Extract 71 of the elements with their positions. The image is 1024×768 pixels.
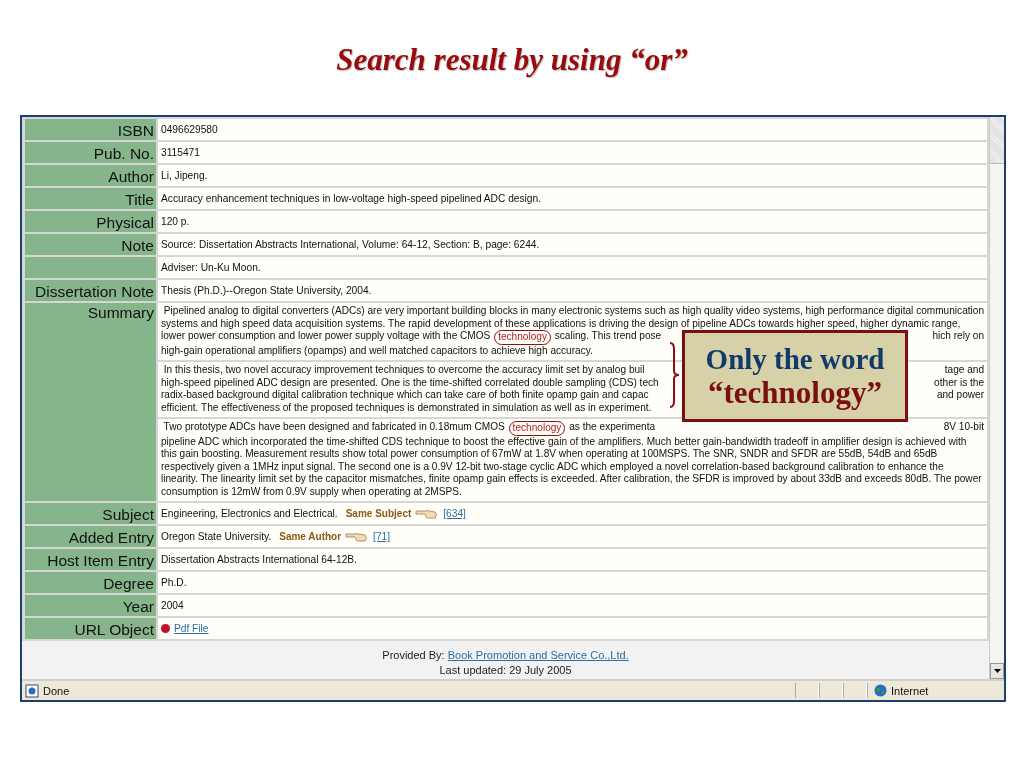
file-link[interactable]: Pdf File: [174, 623, 209, 634]
slide-title: Search result by using “or”: [336, 42, 688, 79]
field-label: Subject: [25, 503, 156, 524]
curly-brace: [669, 342, 680, 408]
field-value: Thesis (Ph.D.)--Oregon State University, 2004.: [161, 285, 372, 296]
field-value: Adviser: Un-Ku Moon.: [161, 262, 261, 273]
count-link[interactable]: [634]: [443, 508, 466, 519]
summary-text: and power: [936, 389, 985, 402]
summary-text: this gain boosting. Measurement results show total power consumption of 67mW at 1.8V when operating at 100MSPS. The SNR, SNDR and SFDR are 55dB, 54dB and 65dB: [161, 448, 938, 461]
footer-text: Provided By:: [382, 649, 445, 661]
callout-text: Only the word: [705, 343, 885, 376]
field-label: Added Entry: [25, 526, 156, 547]
field-value: Ph.D.: [161, 577, 187, 588]
zone-text: Internet: [891, 684, 929, 697]
field-value: 0496629580: [161, 124, 218, 135]
field-label: ISBN: [25, 119, 156, 140]
related-caption: Same Author: [279, 531, 342, 542]
summary-text: high-speed pipelined ADC design are presented. One is the time-shifted correlated double sampling (CDS) tech: [161, 376, 659, 389]
summary-text: as the experimenta: [568, 421, 656, 434]
related-caption: Same Subject: [345, 508, 412, 519]
field-label: Title: [25, 188, 156, 209]
scrollbar[interactable]: [989, 117, 1004, 679]
count-link[interactable]: [71]: [373, 531, 391, 542]
provider-link[interactable]: Book Promotion and Service Co.,Ltd.: [447, 649, 629, 661]
summary-text: lower power consumption and lower power supply voltage with the CMOS: [161, 330, 492, 343]
pointing-hand-icon: [415, 507, 440, 520]
summary-text: tage and: [944, 364, 985, 377]
field-label: Note: [25, 234, 156, 255]
summary-text: Two prototype ADCs have been designed and fabricated in 0.18mum CMOS: [162, 421, 506, 434]
summary-text: linearity. The linearity limit set by the capacitor mismatches, finite opamp gain effects is exceeded. After calibration, the SFDR is improved by about 33dB and exceeds 80dB. The power: [161, 473, 982, 486]
summary-text: systems and high speed data acquisition systems. The rapid development of these applications is driving the design of pipeline ADCs towards higher speed, higher dynamic range,: [161, 317, 961, 330]
summary-text: respectively given a 1MHz input signal. The second one is a 0.9V 12-bit two-stage cyclic ADC which employed a novel correlation-based background calibration to enhance the: [161, 460, 944, 473]
page-icon: [25, 683, 39, 698]
field-label: Degree: [25, 572, 156, 593]
field-label: URL Object: [25, 618, 156, 639]
caret-icon: [993, 669, 1001, 673]
summary-text: 8V 10-bit: [943, 421, 985, 434]
field-value: Oregon State University.: [161, 531, 272, 542]
footer-text: Last updated: 29 July 2005: [439, 663, 572, 678]
field-value: 120 p.: [161, 216, 190, 227]
field-value: Dissertation Abstracts International 64-12B.: [161, 554, 357, 565]
field-label: Dissertation Note: [25, 280, 156, 301]
field-label: Pub. No.: [25, 142, 156, 163]
scroll-thumb[interactable]: [990, 117, 1004, 164]
summary-text: high-gain operational amplifiers (opamps) and well matched capacitors to achieve high accuracy.: [161, 344, 593, 357]
field-label: Year: [25, 595, 156, 616]
field-label: Physical: [25, 211, 156, 232]
summary-text: consumption is 12mW from 0.9V supply when operating at 2MSPS.: [161, 485, 462, 498]
field-label: Author: [25, 165, 156, 186]
summary-text: efficient. The effectiveness of the proposed techniques is demonstrated in simulation as well as in experiment.: [161, 401, 652, 414]
summary-text: hich rely on: [932, 330, 985, 343]
summary-text: Pipelined analog to digital converters (ADCs) are very important building blocks in many electronic systems such as high quality video systems, high performance digital communication: [162, 305, 985, 318]
field-label: Summary: [25, 303, 156, 501]
globe-icon: [874, 684, 887, 697]
field-value: Accuracy enhancement techniques in low-voltage high-speed pipelined ADC design.: [161, 193, 541, 204]
bullet-icon: [161, 624, 170, 633]
field-label: Host Item Entry: [25, 549, 156, 570]
field-value: Engineering, Electronics and Electrical.: [161, 508, 338, 519]
field-value: Source: Dissertation Abstracts International, Volume: 64-12, Section: B, page: 6244.: [161, 239, 540, 250]
pointing-hand-icon: [345, 530, 370, 543]
field-value: 3115471: [161, 147, 200, 158]
scroll-down-button[interactable]: [990, 663, 1004, 679]
field-value: Li, Jipeng.: [161, 170, 208, 181]
summary-text: other is the: [934, 376, 985, 389]
callout-text: “technology”: [708, 376, 882, 409]
summary-text: scaling. This trend pose: [553, 330, 662, 343]
status-text: Done: [43, 684, 71, 697]
field-value: 2004: [161, 600, 184, 611]
summary-text: radix-based background digital calibration technique which can take care of both finite opamp gain and capac: [161, 389, 649, 402]
summary-text: In this thesis, two novel accuracy improvement techniques to overcome the accuracy limit set by analog buil: [162, 364, 645, 377]
summary-text: pipeline ADC which incorporated the time-shifted CDS technique to boost the effective gain of the amplifiers. Much better gain-bandwidth tradeoff in amplifier design is achieved with: [161, 435, 967, 448]
